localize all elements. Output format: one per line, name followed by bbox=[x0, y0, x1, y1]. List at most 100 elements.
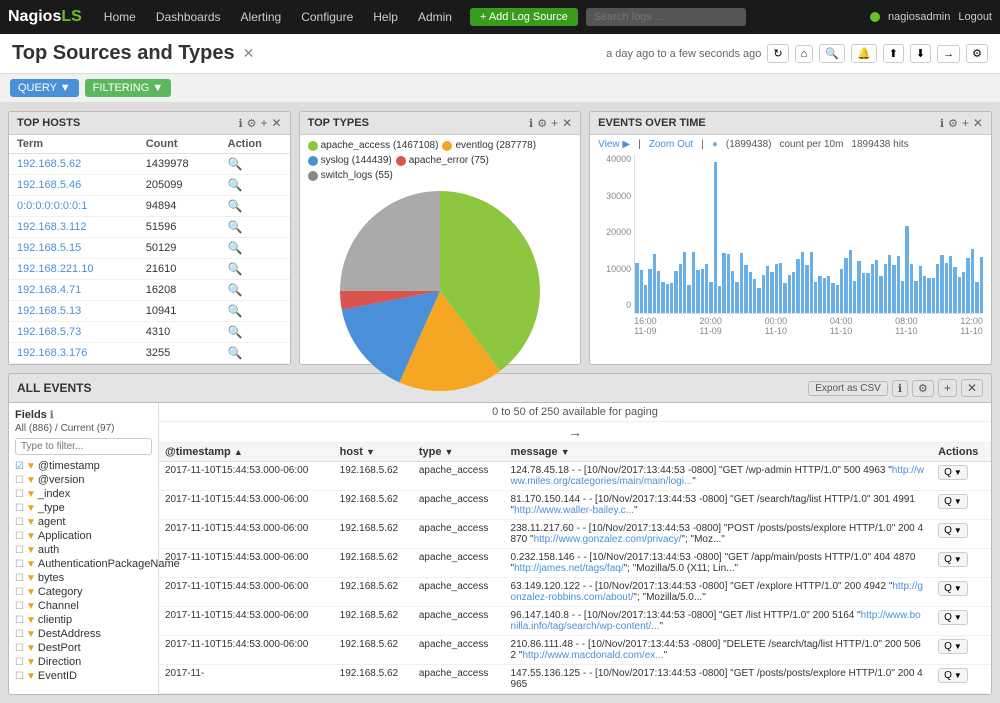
all-events-add-button[interactable]: + bbox=[938, 379, 957, 397]
field-item[interactable]: ☐▼Channel bbox=[15, 599, 152, 613]
host-action[interactable]: 🔍 bbox=[220, 259, 290, 280]
logo: NagiosLS bbox=[8, 8, 82, 26]
host-action[interactable]: 🔍 bbox=[220, 175, 290, 196]
events-close-button[interactable]: ✕ bbox=[973, 116, 983, 130]
chart-bar bbox=[775, 264, 778, 313]
settings-button[interactable]: ⚙ bbox=[966, 44, 988, 63]
filtering-button[interactable]: FILTERING ▼ bbox=[85, 79, 172, 97]
action-button[interactable]: Q ▼ bbox=[938, 610, 968, 625]
host-action[interactable]: 🔍 bbox=[220, 280, 290, 301]
nav-item-help[interactable]: Help bbox=[363, 0, 408, 34]
field-item[interactable]: ☐▼@version bbox=[15, 473, 152, 487]
forward-button[interactable]: → bbox=[937, 45, 960, 63]
event-timestamp: 2017-11-10T15:44:53.000-06:00 bbox=[159, 520, 334, 549]
field-item[interactable]: ☐▼DestPort bbox=[15, 641, 152, 655]
event-actions[interactable]: Q ▼ bbox=[932, 520, 991, 549]
field-item[interactable]: ☐▼_index bbox=[15, 487, 152, 501]
export-button[interactable]: ⬇ bbox=[910, 44, 931, 63]
field-item[interactable]: ☐▼Category bbox=[15, 585, 152, 599]
events-info-button[interactable]: ℹ bbox=[940, 116, 944, 130]
event-actions[interactable]: Q ▼ bbox=[932, 636, 991, 665]
nav-item-configure[interactable]: Configure bbox=[291, 0, 363, 34]
top-types-add-button[interactable]: + bbox=[551, 116, 558, 130]
search-input[interactable] bbox=[586, 8, 746, 26]
nav-logout[interactable]: Logout bbox=[958, 11, 992, 23]
top-types-close-button[interactable]: ✕ bbox=[562, 116, 572, 130]
event-actions[interactable]: Q ▼ bbox=[932, 462, 991, 491]
event-actions[interactable]: Q ▼ bbox=[932, 578, 991, 607]
event-actions[interactable]: Q ▼ bbox=[932, 549, 991, 578]
close-page-button[interactable]: ✕ bbox=[243, 45, 255, 62]
share-button[interactable]: ⬆ bbox=[883, 44, 904, 63]
field-item[interactable]: ☑▼@timestamp bbox=[15, 459, 152, 473]
action-button[interactable]: Q ▼ bbox=[938, 523, 968, 538]
field-item[interactable]: ☐▼_type bbox=[15, 501, 152, 515]
top-hosts-info-button[interactable]: ℹ bbox=[238, 116, 242, 130]
all-events-settings-button[interactable]: ⚙ bbox=[912, 380, 934, 397]
nav-item-dashboards[interactable]: Dashboards bbox=[146, 0, 231, 34]
host-action[interactable]: 🔍 bbox=[220, 154, 290, 175]
event-actions[interactable]: Q ▼ bbox=[932, 491, 991, 520]
nav-item-admin[interactable]: Admin bbox=[408, 0, 462, 34]
events-settings-button[interactable]: ⚙ bbox=[948, 116, 958, 130]
event-message: 96.147.140.8 - - [10/Nov/2017:13:44:53 -… bbox=[505, 607, 933, 636]
events-add-button[interactable]: + bbox=[962, 116, 969, 130]
export-csv-button[interactable]: Export as CSV bbox=[808, 381, 888, 396]
host-action[interactable]: 🔍 bbox=[220, 322, 290, 343]
field-item[interactable]: ☐▼Direction bbox=[15, 655, 152, 669]
alert-button[interactable]: 🔔 bbox=[851, 44, 877, 63]
col-host[interactable]: host ▼ bbox=[334, 443, 413, 462]
field-item[interactable]: ☐▼DestAddress bbox=[15, 627, 152, 641]
field-item[interactable]: ☐▼clientip bbox=[15, 613, 152, 627]
chart-bar bbox=[892, 265, 895, 313]
action-button[interactable]: Q ▼ bbox=[938, 494, 968, 509]
field-item[interactable]: ☐▼EventID bbox=[15, 669, 152, 683]
chart-bar bbox=[727, 254, 730, 313]
top-hosts-close-button[interactable]: ✕ bbox=[272, 116, 282, 130]
top-types-info-button[interactable]: ℹ bbox=[529, 116, 533, 130]
nav-user[interactable]: nagiosadmin bbox=[888, 11, 950, 23]
zoom-out-control[interactable]: Zoom Out bbox=[649, 139, 693, 150]
all-events-info-button[interactable]: ℹ bbox=[892, 380, 908, 397]
fields-filter-input[interactable] bbox=[15, 438, 152, 455]
host-action[interactable]: 🔍 bbox=[220, 238, 290, 259]
next-page-button[interactable]: → bbox=[568, 424, 582, 440]
host-term: 192.168.3.176 bbox=[9, 343, 138, 364]
host-action[interactable]: 🔍 bbox=[220, 196, 290, 217]
action-button[interactable]: Q ▼ bbox=[938, 668, 968, 683]
action-button[interactable]: Q ▼ bbox=[938, 639, 968, 654]
top-types-panel-header: TOP TYPES ℹ ⚙ + ✕ bbox=[300, 112, 581, 135]
host-term: 0:0:0:0:0:0:0:1 bbox=[9, 196, 138, 217]
view-control[interactable]: View ▶ bbox=[598, 139, 630, 150]
chart-bar bbox=[640, 270, 643, 313]
refresh-button[interactable]: ↻ bbox=[767, 44, 788, 63]
top-hosts-add-button[interactable]: + bbox=[261, 116, 268, 130]
host-action[interactable]: 🔍 bbox=[220, 217, 290, 238]
add-log-source-button[interactable]: + Add Log Source bbox=[470, 8, 578, 26]
nav-item-home[interactable]: Home bbox=[94, 0, 146, 34]
field-item[interactable]: ☐▼bytes bbox=[15, 571, 152, 585]
event-type: apache_access bbox=[413, 491, 505, 520]
all-events-close-button[interactable]: ✕ bbox=[961, 379, 983, 397]
field-item[interactable]: ☐▼auth bbox=[15, 543, 152, 557]
action-button[interactable]: Q ▼ bbox=[938, 465, 968, 480]
field-item[interactable]: ☐▼Application bbox=[15, 529, 152, 543]
col-type[interactable]: type ▼ bbox=[413, 443, 505, 462]
search-button[interactable]: 🔍 bbox=[819, 44, 845, 63]
host-action[interactable]: 🔍 bbox=[220, 301, 290, 322]
action-button[interactable]: Q ▼ bbox=[938, 581, 968, 596]
host-action[interactable]: 🔍 bbox=[220, 343, 290, 364]
bar-chart bbox=[634, 154, 983, 314]
field-item[interactable]: ☐▼AuthenticationPackageName bbox=[15, 557, 152, 571]
chart-bar bbox=[792, 272, 795, 313]
col-message[interactable]: message ▼ bbox=[505, 443, 933, 462]
nav-item-alerting[interactable]: Alerting bbox=[231, 0, 292, 34]
query-button[interactable]: QUERY ▼ bbox=[10, 79, 79, 97]
top-types-settings-button[interactable]: ⚙ bbox=[537, 116, 547, 130]
col-timestamp[interactable]: @timestamp ▲ bbox=[159, 443, 334, 462]
home-button[interactable]: ⌂ bbox=[795, 45, 814, 63]
field-item[interactable]: ☐▼agent bbox=[15, 515, 152, 529]
top-hosts-settings-button[interactable]: ⚙ bbox=[247, 116, 257, 130]
event-actions[interactable]: Q ▼ bbox=[932, 607, 991, 636]
action-button[interactable]: Q ▼ bbox=[938, 552, 968, 567]
